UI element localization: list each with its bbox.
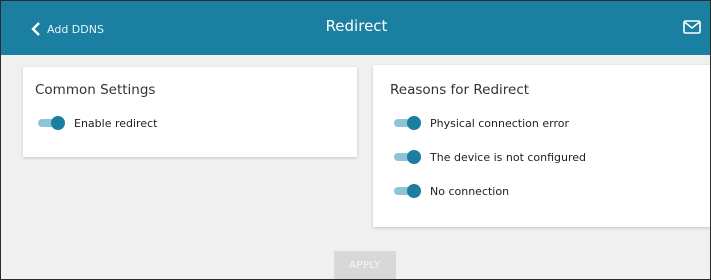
no-connection-label: No connection — [430, 184, 510, 198]
physical-connection-error-label: Physical connection error — [430, 116, 569, 130]
enable-redirect-toggle-row[interactable]: Enable redirect — [38, 116, 157, 130]
redirect-page: Add DDNS Redirect Common Settings Enable… — [0, 0, 711, 280]
switch-knob — [407, 116, 421, 130]
mail-icon[interactable] — [683, 20, 701, 34]
common-settings-card: Common Settings Enable redirect — [23, 67, 357, 157]
top-bar: Add DDNS Redirect — [1, 1, 710, 55]
no-connection-switch[interactable] — [394, 184, 422, 198]
enable-redirect-switch[interactable] — [38, 116, 66, 130]
switch-knob — [407, 184, 421, 198]
apply-button[interactable]: APPLY — [334, 251, 396, 279]
device-not-configured-toggle-row[interactable]: The device is not configured — [394, 150, 586, 164]
switch-knob — [407, 150, 421, 164]
page-title: Redirect — [325, 17, 388, 35]
device-not-configured-label: The device is not configured — [430, 150, 587, 164]
physical-connection-error-switch[interactable] — [394, 116, 422, 130]
physical-connection-error-toggle-row[interactable]: Physical connection error — [394, 116, 569, 130]
reasons-for-redirect-card: Reasons for Redirect Physical connection… — [373, 65, 710, 227]
reasons-title: Reasons for Redirect — [390, 82, 530, 98]
switch-knob — [51, 116, 65, 130]
common-settings-title: Common Settings — [35, 82, 156, 98]
no-connection-toggle-row[interactable]: No connection — [394, 184, 509, 198]
device-not-configured-switch[interactable] — [394, 150, 422, 164]
enable-redirect-label: Enable redirect — [74, 116, 158, 130]
